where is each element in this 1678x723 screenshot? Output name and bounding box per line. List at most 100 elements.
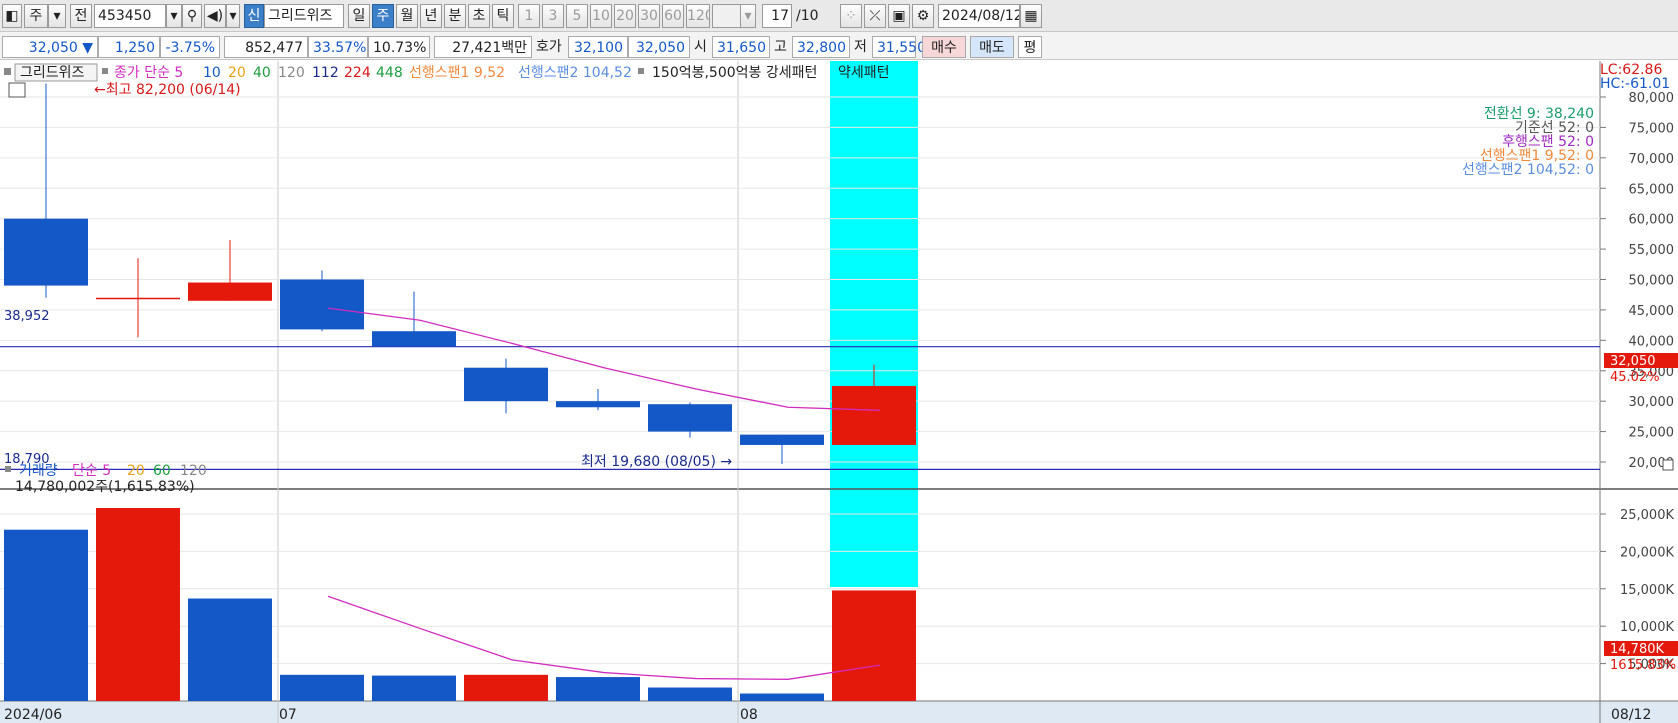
legend-ma112: 112 xyxy=(312,65,339,81)
legend-ma40: 40 xyxy=(253,65,271,81)
gear-icon[interactable]: ⚙ xyxy=(912,4,934,28)
link-icon[interactable]: ⁘ xyxy=(840,4,862,28)
tab-tick[interactable]: 틱 xyxy=(492,4,514,28)
x-label-07: 07 xyxy=(279,707,297,723)
count-total: /10 xyxy=(796,8,819,24)
volume-bar xyxy=(372,675,456,701)
volume-bar xyxy=(4,529,88,701)
legend-span1: 선행스팬1 9,52 xyxy=(409,65,505,81)
tab-week[interactable]: 주 xyxy=(372,4,394,28)
save-icon[interactable]: ▣ xyxy=(888,4,910,28)
volume-bar xyxy=(188,598,272,701)
low-label: 저 xyxy=(854,39,867,55)
candle-body xyxy=(740,434,824,445)
panel-icon[interactable]: ◧ xyxy=(2,4,22,28)
price-tick-label: 30,000 xyxy=(1629,395,1675,410)
search-icon[interactable]: ⚲ xyxy=(182,4,202,28)
interval-60[interactable]: 60 xyxy=(662,4,684,28)
price-tick-label: 60,000 xyxy=(1629,213,1675,228)
indicator-name[interactable]: 그리드위즈 xyxy=(264,4,344,28)
chevron-down-icon[interactable]: ▾ xyxy=(226,4,240,28)
compare-icon[interactable]: ⤫ xyxy=(864,4,886,28)
turnover-rate: 10.73% xyxy=(368,36,430,58)
interval-1[interactable]: 1 xyxy=(518,4,540,28)
candle-body xyxy=(96,297,180,300)
chevron-down-icon[interactable]: ▾ xyxy=(740,4,756,28)
collapse-icon[interactable] xyxy=(1662,459,1674,471)
price-tag-value: 32,050 xyxy=(1610,354,1656,369)
price-change: 1,250 xyxy=(98,36,160,58)
tab-year[interactable]: 년 xyxy=(420,4,442,28)
interval-20[interactable]: 20 xyxy=(614,4,636,28)
high-price: 32,800 xyxy=(792,36,850,58)
code-input[interactable]: 453450 xyxy=(94,4,166,28)
quote-bar: 32,050 ▼ 1,250 -3.75% 852,477 33.57% 10.… xyxy=(0,32,1678,60)
new-badge[interactable]: 신 xyxy=(244,4,264,28)
volume-bar xyxy=(96,508,180,701)
table-icon[interactable] xyxy=(8,82,26,98)
bid-price: 32,050 xyxy=(628,36,690,58)
price-tick-label: 40,000 xyxy=(1629,334,1675,349)
interval-30[interactable]: 30 xyxy=(638,4,660,28)
tab-day[interactable]: 일 xyxy=(348,4,370,28)
legend-close-ma: 종가 단순 5 xyxy=(114,65,183,81)
interval-3[interactable]: 3 xyxy=(542,4,564,28)
sell-button[interactable]: 매도 xyxy=(970,36,1014,58)
legend-ma448: 448 xyxy=(376,65,403,81)
interval-5[interactable]: 5 xyxy=(566,4,588,28)
ask-price: 32,100 xyxy=(568,36,628,58)
prev-button[interactable]: 전 xyxy=(70,4,92,28)
price-tick-label: 55,000 xyxy=(1629,243,1675,258)
tab-month[interactable]: 월 xyxy=(396,4,418,28)
volume-title: 거래량 xyxy=(19,463,58,479)
volume-bar xyxy=(556,677,640,701)
calendar-icon[interactable]: ▦ xyxy=(1020,4,1042,28)
count-input[interactable]: 17 xyxy=(762,4,792,28)
change-percent: -3.75% xyxy=(160,36,220,58)
legend-bullet xyxy=(102,68,108,74)
candle-body xyxy=(372,331,456,347)
price-tick-label: 65,000 xyxy=(1629,182,1675,197)
legend-span2: 선행스팬2 104,52 xyxy=(518,65,632,81)
interval-10[interactable]: 10 xyxy=(590,4,612,28)
low-price: 31,550 xyxy=(872,36,926,58)
tab-second[interactable]: 초 xyxy=(468,4,490,28)
chevron-down-icon[interactable]: ▾ xyxy=(48,4,66,28)
toolbar: ◧ 주 ▾ 전 453450 ▾ ⚲ ◀) ▾ 신 그리드위즈 일 주 월 년 … xyxy=(0,0,1678,32)
legend-bullet xyxy=(5,466,11,472)
x-label-08: 08 xyxy=(740,707,758,723)
buy-button[interactable]: 매수 xyxy=(922,36,966,58)
volume-bar xyxy=(832,590,916,701)
high-label: 고 xyxy=(774,39,787,55)
legend-ma120: 120 xyxy=(278,65,305,81)
speaker-icon[interactable]: ◀) xyxy=(204,4,226,28)
period-select[interactable]: 주 xyxy=(24,4,48,28)
interval-120[interactable]: 120 xyxy=(686,4,710,28)
x-label-2024-06: 2024/06 xyxy=(4,707,62,723)
tab-minute[interactable]: 분 xyxy=(444,4,466,28)
volume-percent: 33.57% xyxy=(308,36,368,58)
open-price: 31,650 xyxy=(712,36,770,58)
current-price: 32,050 ▼ xyxy=(2,36,98,58)
legend-ma20: 20 xyxy=(228,65,246,81)
price-tick-label: 45,000 xyxy=(1629,304,1675,319)
volume-ma120: 120 xyxy=(180,463,207,479)
price-tick-label: 70,000 xyxy=(1629,152,1675,167)
volume-ma20: 20 xyxy=(127,463,145,479)
legend-pattern: 150억봉,500억봉 강세패턴 xyxy=(652,65,817,81)
eval-button[interactable]: 평 xyxy=(1018,36,1042,58)
chevron-down-icon[interactable]: ▾ xyxy=(166,4,182,28)
trade-amount: 27,421백만 xyxy=(434,36,532,58)
legend-weak-pattern: 약세패턴 xyxy=(838,65,890,81)
volume-bar xyxy=(740,693,824,701)
volume: 852,477 xyxy=(224,36,308,58)
candle-body xyxy=(464,367,548,402)
candle-body xyxy=(188,282,272,301)
volume-tag-value: 14,780K xyxy=(1610,642,1664,657)
price-tick-label: 25,000 xyxy=(1629,426,1675,441)
volume-tag-percent: 1615.83% xyxy=(1610,658,1676,673)
volume-tick-label: 25,000K xyxy=(1620,508,1674,523)
price-chart: 20,00025,00030,00035,00040,00045,00050,0… xyxy=(0,61,1678,723)
volume-value: 14,780,002주(1,615.83%) xyxy=(15,479,195,495)
date-input[interactable]: 2024/08/12 xyxy=(938,4,1020,28)
